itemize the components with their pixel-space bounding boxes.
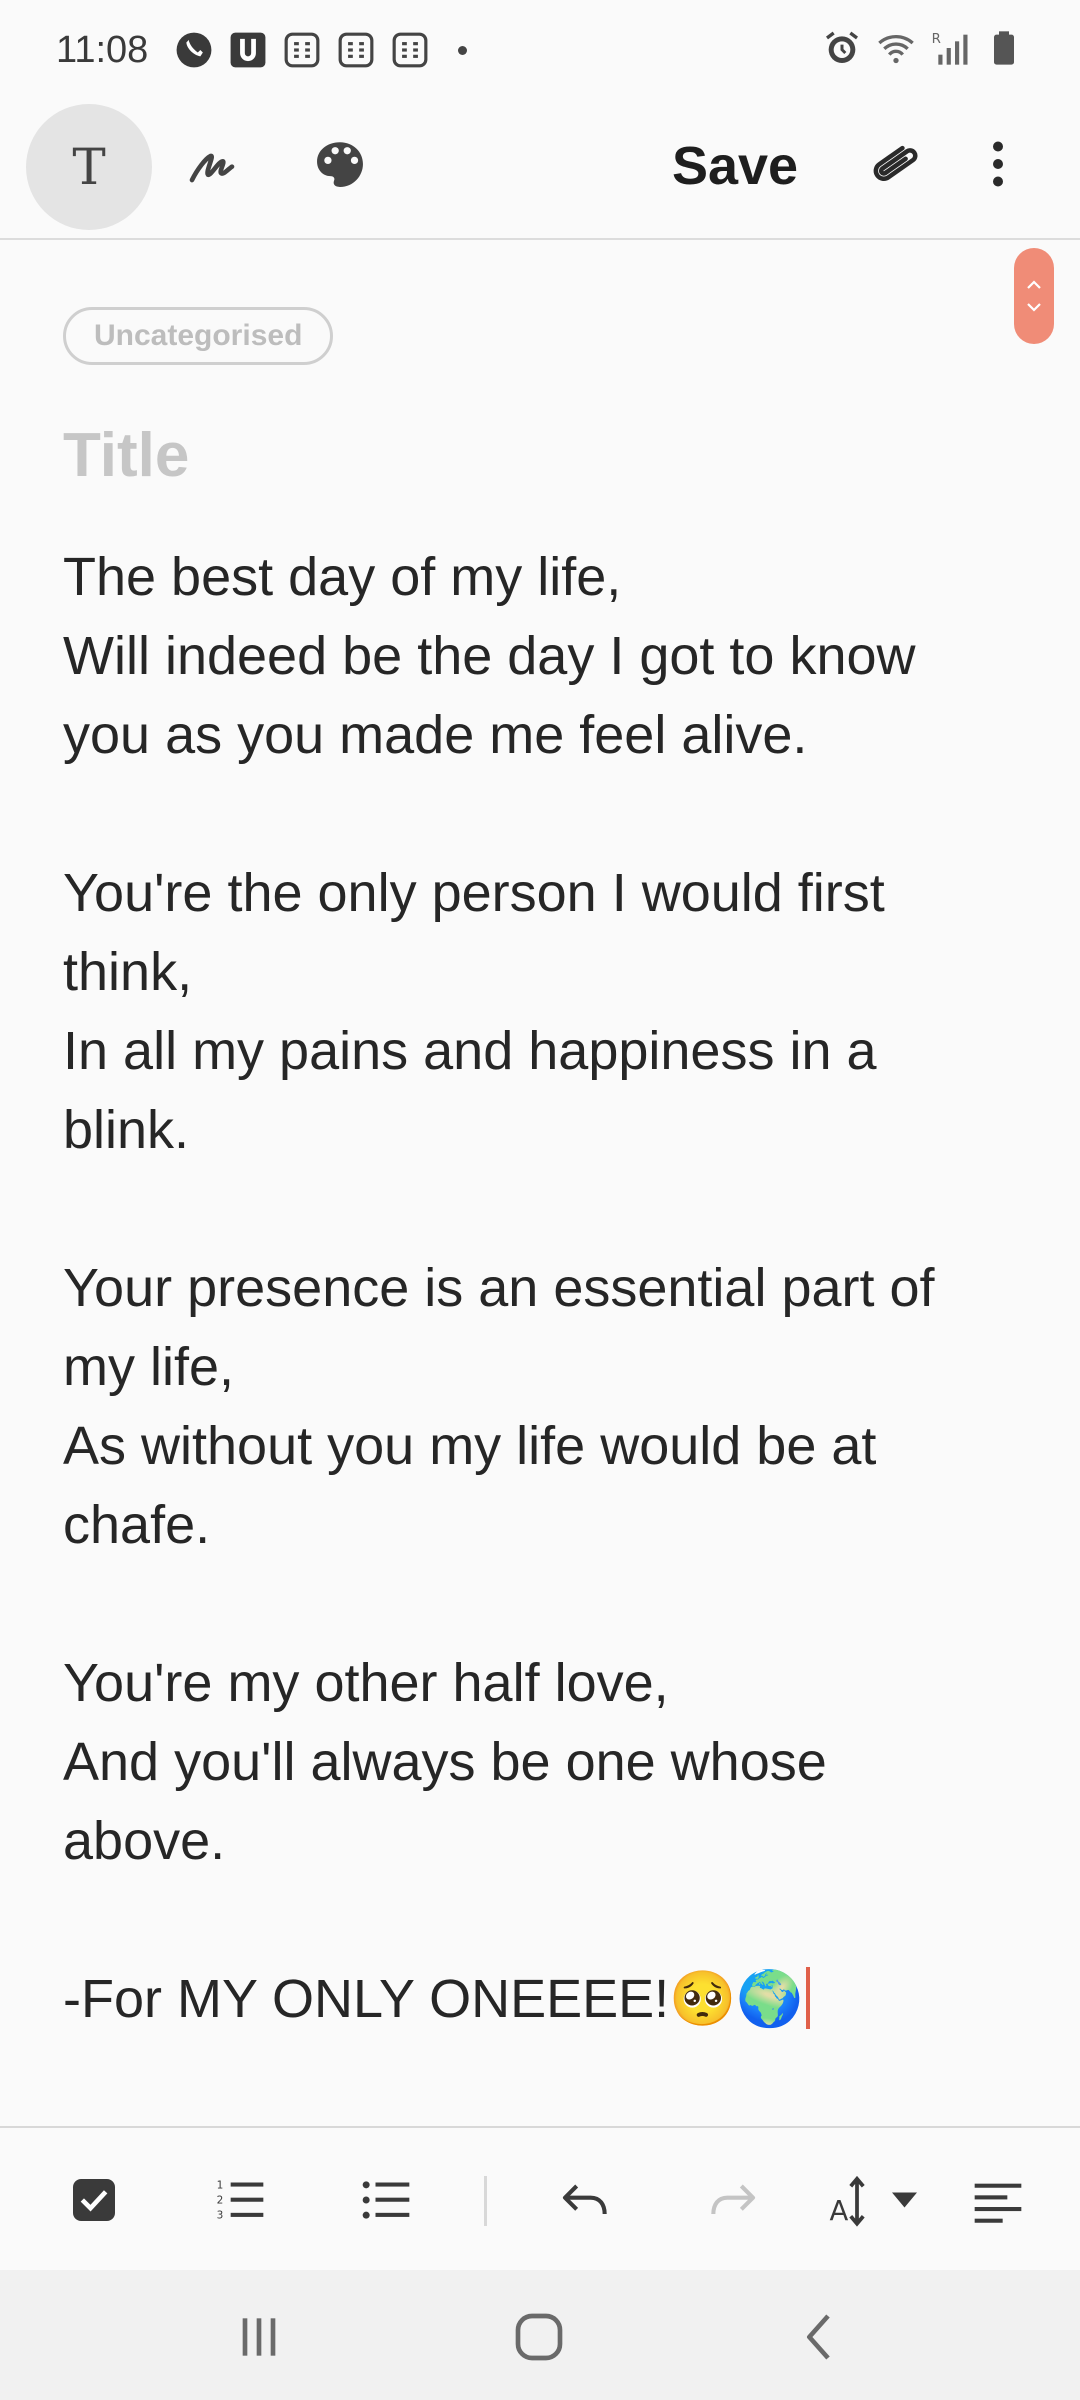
align-button[interactable] [966,2168,1030,2232]
note-line: Will indeed be the day I got to know [63,626,916,686]
more-options-button[interactable] [958,126,1038,206]
toolbar-divider [484,2176,487,2226]
back-icon [807,2314,830,2360]
note-body[interactable]: The best day of my life, Will indeed be t… [63,538,1023,2039]
checkbox-button[interactable] [62,2168,126,2232]
text-size-button[interactable]: A [822,2168,932,2232]
svg-text:R: R [932,32,941,47]
svg-text:1: 1 [217,2179,224,2191]
dot-icon [458,45,468,55]
text-cursor [805,1967,810,2029]
note-blank-line [63,775,1023,854]
undo-icon [562,2184,607,2215]
palette-icon [311,135,369,198]
bullet-list-button[interactable] [354,2168,418,2232]
numbered-list-icon: 1 2 3 [217,2179,264,2222]
save-button[interactable]: Save [650,126,820,206]
status-time: 11:08 [56,28,149,71]
chevron-down-icon [1027,303,1041,312]
title-field[interactable]: Title [63,420,189,491]
wifi-icon [876,28,916,73]
note-line: Your presence is an essential part of [63,1258,935,1318]
checkbox-icon [73,2179,115,2221]
align-left-icon [974,2183,1022,2223]
note-line: As without you my life would be at [63,1416,877,1476]
home-button[interactable] [504,2302,574,2372]
note-line: think, [63,942,193,1002]
note-line: you as you made me feel alive. [63,705,808,765]
status-bar: 11:08 R [0,0,1080,100]
editor-toolbar: T Save [0,100,1080,240]
palette-button[interactable] [300,126,380,206]
alarm-icon [822,28,862,73]
status-left: 11:08 [56,28,468,72]
note-line: my life, [63,1337,235,1397]
navigation-bar [0,2270,1080,2400]
note-line: The best day of my life, [63,547,622,607]
category-chip[interactable]: Uncategorised [63,307,334,365]
more-vert-icon [968,134,1028,199]
numbered-list-button[interactable]: 1 2 3 [208,2168,272,2232]
phone-icon [174,30,214,70]
calculator-icon [390,30,430,70]
recent-apps-button[interactable] [224,2302,294,2372]
note-blank-line [63,1881,1023,1960]
svg-text:3: 3 [217,2210,224,2222]
note-blank-line [63,1170,1023,1249]
note-line: And you'll always be one whose [63,1732,827,1792]
chevron-up-icon [1027,280,1041,289]
bullet-list-icon [362,2181,410,2219]
pen-button[interactable] [176,126,256,206]
pen-icon [184,132,248,201]
attachment-button[interactable] [852,126,932,206]
signal-icon: R [930,28,970,73]
text-mode-button[interactable]: T [26,104,152,230]
u-app-icon [228,30,268,70]
status-right: R [822,28,1024,73]
home-icon [515,2313,563,2361]
formatting-bar: 1 2 3 A [0,2126,1080,2270]
note-blank-line [63,1565,1023,1644]
redo-icon [711,2184,756,2215]
scroll-handle[interactable] [1014,248,1054,344]
calculator-icon [336,30,376,70]
text-size-icon: A [830,2175,917,2227]
svg-text:2: 2 [217,2195,224,2207]
note-line: -For MY ONLY ONEEEE!🥺🌍 [63,1960,1023,2039]
note-line: In all my pains and happiness in a [63,1021,877,1081]
battery-icon [984,28,1024,73]
calculator-icon [282,30,322,70]
note-line: You're my other half love, [63,1653,669,1713]
recent-apps-icon [242,2318,276,2356]
note-line: chafe. [63,1495,211,1555]
note-line: You're the only person I would first [63,863,885,923]
note-line: above. [63,1811,226,1871]
undo-button[interactable] [554,2168,618,2232]
redo-button[interactable] [700,2168,764,2232]
text-mode-icon: T [72,138,106,196]
svg-text:A: A [830,2195,849,2227]
attachment-icon [862,134,922,199]
back-button[interactable] [786,2302,856,2372]
note-line: blink. [63,1100,190,1160]
